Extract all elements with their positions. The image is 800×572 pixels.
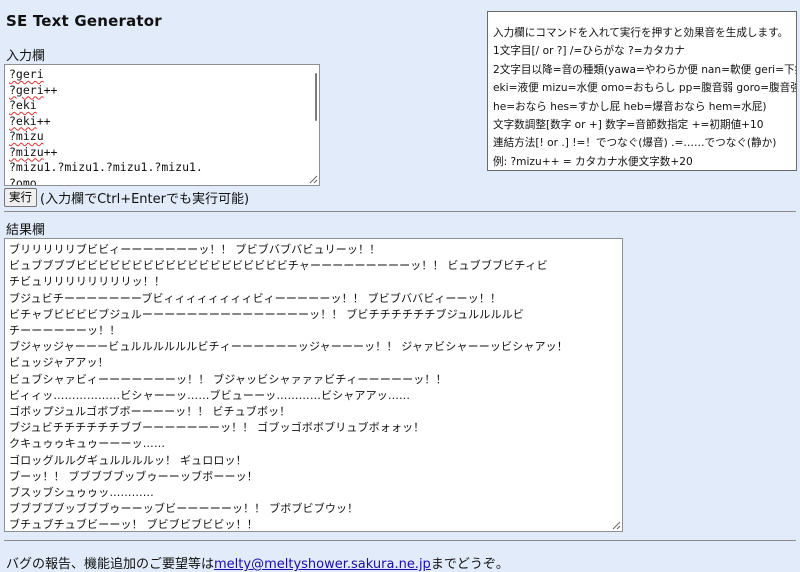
input-line: ?geri++ <box>9 83 319 99</box>
resize-grip-icon[interactable] <box>611 520 621 530</box>
contact-email-link[interactable]: melty@meltyshower.sakura.ne.jp <box>214 557 431 572</box>
result-line: ブジャッジャーーービュルルルルルルビチィーーーーーーッジャーーーッ！！ ジャァビ… <box>9 340 568 354</box>
help-line: 入力欄にコマンドを入れて実行を押すと効果音を生成します。 <box>493 27 789 39</box>
page-title: SE Text Generator <box>6 12 162 30</box>
help-line: 連結方法[! or .] !=！でつなぐ(爆音) .=……でつなぐ(静か) <box>493 137 777 150</box>
command-input-content[interactable]: ?geri ?geri++ ?eki ?eki++ ?mizu ?mizu++ ?mizu1… <box>5 65 319 186</box>
result-line: ブブブブブッブブブゥーーッブビーーーーーッ！！ ブボブビブウッ！ <box>9 502 359 516</box>
result-output-content[interactable]: ブリリリリリブビビィーーーーーーーッ！！ ブビブバブバビュリーッ！！ ビュブブブブ… <box>5 239 622 532</box>
result-label: 結果欄 <box>6 223 46 238</box>
result-line: ビチャブビビビビブジュルーーーーーーーーーーーーーーーッ！！ ブビチチチチチチブ… <box>9 307 524 321</box>
run-hint: (入力欄でCtrl+Enterでも実行可能) <box>40 192 250 207</box>
result-line: ビュッジャアアッ！ <box>9 356 109 370</box>
input-line: ?mizu <box>9 129 319 145</box>
help-lines: 入力欄にコマンドを入れて実行を押すと効果音を生成します。 1文字目[/ or ?]… <box>493 24 797 170</box>
input-scrollbar[interactable] <box>315 73 317 121</box>
result-line: ブジュビチーーーーーーーブビィィィィィィィィビィーーーーーッ！！ ブビブババビィ… <box>9 291 502 305</box>
run-row: 実行 (入力欄でCtrl+Enterでも実行可能) <box>4 188 249 207</box>
input-line: ?mizu++ <box>9 145 319 161</box>
input-label: 入力欄 <box>6 49 46 64</box>
result-output[interactable]: ブリリリリリブビビィーーーーーーーッ！！ ブビブバブバビュリーッ！！ ビュブブブブ… <box>4 238 623 532</box>
footer: バグの報告、機能追加のご要望等はmelty@meltyshower.sakura… <box>6 553 509 572</box>
result-line: ブーッ！！ ブブブブブッブゥーーッブボーーッ！ <box>9 469 258 483</box>
help-line: eki=液便 mizu=水便 omo=おもらし pp=腹音弱 goro=腹音強 <box>493 82 797 95</box>
help-line: 文字数調整[数字 or +] 数字=音節数指定 +=初期値+10 <box>493 119 764 132</box>
result-line: ゴボップジュルゴボブボーーーーッ！！ ビチュブボッ！ <box>9 405 291 419</box>
resize-grip-icon[interactable] <box>308 174 318 184</box>
help-panel: 入力欄にコマンドを入れて実行を押すと効果音を生成します。 1文字目[/ or ?]… <box>487 11 797 171</box>
input-line-misspelled: ?geri <box>9 82 44 97</box>
input-line-misspelled: ?omo <box>9 175 37 186</box>
result-line: ブチュブチュブビーーッ！ ブビブビブビビッ！！ <box>9 518 258 532</box>
run-button[interactable]: 実行 <box>4 188 37 207</box>
input-line-misspelled: ?eki <box>9 113 37 128</box>
footer-text-before: バグの報告、機能追加のご要望等は <box>6 557 215 572</box>
input-line: ?eki <box>9 98 319 114</box>
input-line: ?mizu1.?mizu1.?mizu1.?mizu1. <box>9 160 319 176</box>
input-line-misspelled: ?eki <box>9 98 37 112</box>
result-line: ブリリリリリブビビィーーーーーーーッ！！ ブビブバブバビュリーッ！！ <box>9 243 381 256</box>
result-line: ゴロッグルルグギュルルルルッ！ ギュロロッ！ <box>9 453 247 467</box>
footer-text-after: までどうぞ。 <box>430 557 509 572</box>
input-line-misspelled: ?geri <box>9 67 44 81</box>
input-line: ?omo <box>9 175 319 186</box>
result-line: チーーーーーーッ！！ <box>9 324 121 338</box>
command-input[interactable]: ?geri ?geri++ ?eki ?eki++ ?mizu ?mizu++ ?mizu1… <box>4 64 320 186</box>
input-line-text: ++ <box>36 113 51 128</box>
help-line: 1文字目[/ or ?] /=ひらがな ?=カタカナ <box>493 45 685 58</box>
result-line: チビュリリリリリリリリッ！！ <box>9 275 166 289</box>
input-line: ?eki++ <box>9 114 319 130</box>
help-line: 2文字目以降=音の種類(yawa=やわらか便 nan=軟便 geri=下痢便 <box>493 63 797 76</box>
divider-top <box>4 211 796 212</box>
input-line-text: ++ <box>43 144 58 159</box>
input-line-text: ?mizu1.?mizu1.?mizu1.?mizu1. <box>9 160 203 174</box>
input-line-misspelled: ?mizu <box>9 144 44 159</box>
help-line: 例: ?mizu++ = カタカナ水便文字数+20 <box>493 155 693 168</box>
input-line-misspelled: ?mizu <box>9 129 44 143</box>
input-line: ?geri <box>9 67 319 83</box>
result-line: ビィィッ………………ビシャーーッ……ブビューーッ…………ビシャアアッ…… <box>9 388 411 402</box>
divider-bottom <box>4 540 796 541</box>
help-line: he=おなら hes=すかし屁 heb=爆音おなら hem=水屁) <box>493 100 767 113</box>
result-line: ビュブブブブビビビビビビビビビビビビビビビビビビビチャーーーーーーーーーッ！！ … <box>9 259 548 273</box>
result-line: ビュブシャァビィーーーーーーーッ！！ ブジャッビシャァァァビチィーーーーーッ！！ <box>9 372 447 386</box>
result-line: クキュゥゥキュゥーーーッ…… <box>9 437 166 451</box>
result-line: ブスッブシュゥゥッ………… <box>9 486 154 500</box>
input-line-text: ++ <box>43 82 58 97</box>
result-line: ブジュビチチチチチチブブーーーーーーーッ！！ ゴブッゴボボブリュブボォォッ！ <box>9 421 425 435</box>
